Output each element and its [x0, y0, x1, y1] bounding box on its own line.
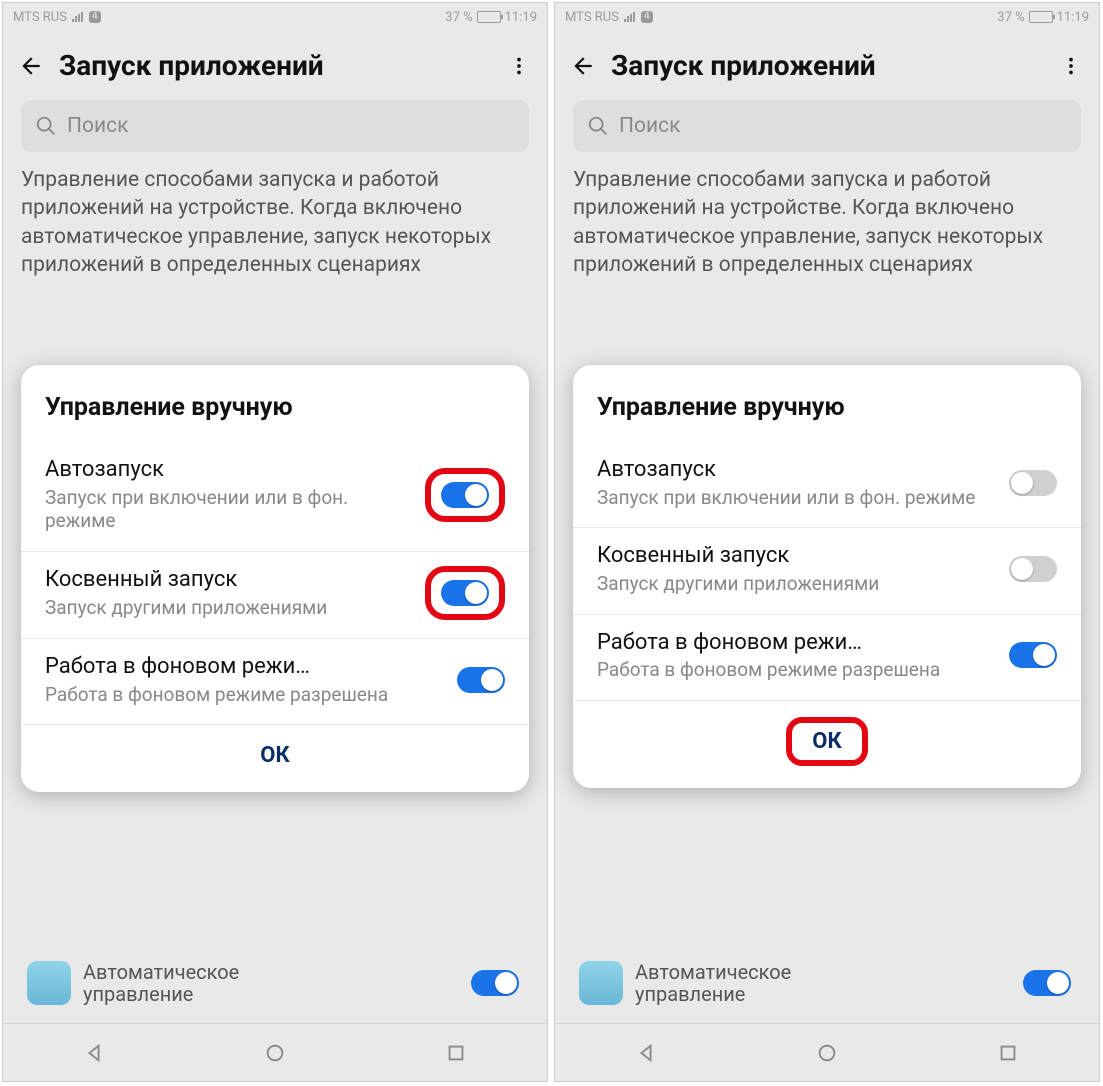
option-background: Работа в фоновом режи… Работа в фоновом …	[21, 639, 529, 725]
notification-count-badge: 4	[89, 11, 101, 23]
autostart-toggle[interactable]	[1009, 470, 1057, 496]
option-title: Работа в фоновом режи…	[45, 653, 445, 681]
search-icon	[587, 115, 609, 137]
dialog-title: Управление вручную	[21, 365, 529, 442]
notification-count-badge: 4	[641, 11, 653, 23]
page-description: Управление способами запуска и работой п…	[555, 166, 1099, 289]
search-input[interactable]: Поиск	[573, 100, 1081, 152]
option-subtitle: Запуск другими приложениями	[45, 596, 413, 620]
clock: 11:19	[1057, 10, 1089, 25]
nav-back-button[interactable]	[81, 1040, 107, 1066]
status-bar: MTS RUS 4 37 % 11:19	[3, 3, 547, 31]
phone-screen-right: MTS RUS 4 37 % 11:19 Запуск приложений П…	[554, 2, 1100, 1082]
option-title: Автозапуск	[597, 456, 997, 484]
nav-back-button[interactable]	[633, 1040, 659, 1066]
indirect-launch-toggle[interactable]	[441, 580, 489, 606]
search-placeholder: Поиск	[67, 114, 128, 138]
indirect-launch-toggle[interactable]	[1009, 556, 1057, 582]
option-title: Косвенный запуск	[597, 542, 997, 570]
option-subtitle: Работа в фоновом режиме разрешена	[45, 683, 445, 707]
header: Запуск приложений	[555, 31, 1099, 100]
option-subtitle: Запуск другими приложениями	[597, 572, 997, 596]
search-placeholder: Поиск	[619, 114, 680, 138]
background-work-toggle[interactable]	[457, 667, 505, 693]
nav-recent-button[interactable]	[443, 1040, 469, 1066]
option-indirect-launch: Косвенный запуск Запуск другими приложен…	[573, 528, 1081, 614]
background-toggle	[471, 970, 519, 996]
autostart-toggle[interactable]	[441, 482, 489, 508]
option-autostart: Автозапуск Запуск при включении или в фо…	[573, 442, 1081, 528]
option-subtitle: Запуск при включении или в фон. режиме	[597, 486, 997, 510]
option-title: Косвенный запуск	[45, 566, 413, 594]
option-subtitle: Работа в фоновом режиме разрешена	[597, 658, 997, 682]
manual-control-dialog: Управление вручную Автозапуск Запуск при…	[573, 365, 1081, 788]
highlight-ring	[425, 566, 505, 620]
nav-home-button[interactable]	[814, 1040, 840, 1066]
option-indirect-launch: Косвенный запуск Запуск другими приложен…	[21, 552, 529, 639]
app-icon	[579, 961, 623, 1005]
option-subtitle: Запуск при включении или в фон. режиме	[45, 486, 413, 534]
option-autostart: Автозапуск Запуск при включении или в фо…	[21, 442, 529, 552]
carrier-label: MTS RUS	[13, 10, 67, 25]
nav-bar	[555, 1023, 1099, 1081]
header: Запуск приложений	[3, 31, 547, 100]
back-button[interactable]	[569, 52, 597, 80]
signal-icon	[71, 11, 85, 23]
signal-icon	[623, 11, 637, 23]
highlight-ring: ОК	[786, 717, 867, 766]
search-icon	[35, 115, 57, 137]
nav-recent-button[interactable]	[995, 1040, 1021, 1066]
background-toggle	[1023, 970, 1071, 996]
option-title: Автозапуск	[45, 456, 413, 484]
page-description: Управление способами запуска и работой п…	[3, 166, 547, 289]
carrier-label: MTS RUS	[565, 10, 619, 25]
page-title: Запуск приложений	[611, 49, 1043, 82]
back-button[interactable]	[17, 52, 45, 80]
more-menu-button[interactable]	[505, 52, 533, 80]
option-title: Работа в фоновом режи…	[597, 629, 997, 657]
page-title: Запуск приложений	[59, 49, 491, 82]
battery-pct: 37 %	[997, 10, 1024, 25]
phone-screen-left: MTS RUS 4 37 % 11:19 Запуск приложений П…	[2, 2, 548, 1082]
background-list-item: Автоматическое управление	[21, 957, 529, 1009]
dialog-title: Управление вручную	[573, 365, 1081, 442]
search-input[interactable]: Поиск	[21, 100, 529, 152]
option-background: Работа в фоновом режи… Работа в фоновом …	[573, 615, 1081, 701]
ok-button[interactable]: ОК	[254, 741, 295, 770]
ok-button[interactable]: ОК	[806, 727, 847, 756]
status-bar: MTS RUS 4 37 % 11:19	[555, 3, 1099, 31]
battery-icon	[477, 11, 501, 23]
background-list-item: Автоматическое управление	[573, 957, 1081, 1009]
app-icon	[27, 961, 71, 1005]
manual-control-dialog: Управление вручную Автозапуск Запуск при…	[21, 365, 529, 792]
battery-pct: 37 %	[445, 10, 472, 25]
battery-icon	[1029, 11, 1053, 23]
highlight-ring	[425, 468, 505, 522]
background-work-toggle[interactable]	[1009, 642, 1057, 668]
clock: 11:19	[505, 10, 537, 25]
more-menu-button[interactable]	[1057, 52, 1085, 80]
nav-home-button[interactable]	[262, 1040, 288, 1066]
nav-bar	[3, 1023, 547, 1081]
